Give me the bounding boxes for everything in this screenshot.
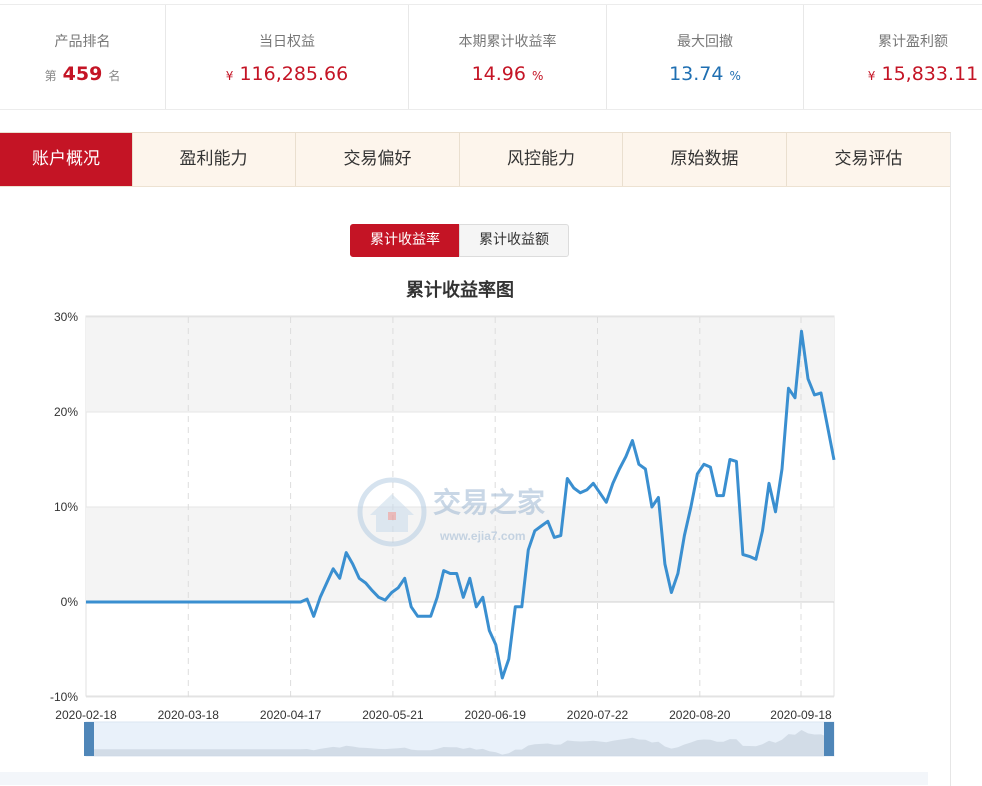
stat-cum-profit-value: 15,833.11	[881, 63, 979, 85]
tab-trading-preference[interactable]: 交易偏好	[296, 133, 460, 186]
stats-bar: 产品排名 第 459 名 当日权益 ¥ 116,285.66 本期累计收益率 1…	[0, 4, 982, 110]
stat-rank-value-row: 第 459 名	[0, 63, 165, 85]
stat-cum-return: 本期累计收益率 14.96 %	[409, 5, 607, 109]
stat-cum-return-label: 本期累计收益率	[458, 34, 557, 50]
stat-cum-return-value-row: 14.96 %	[409, 63, 606, 85]
tab-profitability[interactable]: 盈利能力	[132, 133, 296, 186]
stat-equity-label: 当日权益	[259, 34, 315, 50]
stat-rank-value: 459	[62, 63, 103, 85]
tab-trade-evaluation[interactable]: 交易评估	[787, 133, 950, 186]
stat-max-drawdown-label: 最大回撤	[677, 34, 733, 50]
stat-cum-return-unit: %	[532, 69, 544, 83]
stat-cum-profit-value-row: ¥ 15,833.11	[834, 63, 982, 85]
stat-equity-currency: ¥	[225, 69, 234, 83]
toggle-cum-return-amount[interactable]: 累计收益额	[459, 224, 569, 257]
stat-max-drawdown-unit: %	[729, 69, 741, 83]
stat-cum-return-value: 14.96	[471, 63, 526, 85]
stat-cum-profit: 累计盈利额 ¥ 15,833.11	[804, 5, 982, 109]
bottom-strip	[0, 772, 928, 785]
toggle-cum-return-rate[interactable]: 累计收益率	[350, 224, 460, 257]
stat-rank-suffix: 名	[108, 69, 121, 83]
stat-max-drawdown-value: 13.74	[669, 63, 724, 85]
chart-title: 累计收益率图	[406, 280, 514, 301]
stat-rank-label: 产品排名	[54, 34, 111, 50]
tab-risk-control[interactable]: 风控能力	[460, 133, 623, 186]
stat-cum-profit-label: 累计盈利额	[878, 34, 948, 50]
stat-max-drawdown: 最大回撤 13.74 %	[607, 5, 804, 109]
stat-equity-value: 116,285.66	[239, 63, 349, 85]
stat-rank-prefix: 第	[44, 69, 57, 83]
tab-bar: 账户概况 盈利能力 交易偏好 风控能力 原始数据 交易评估	[0, 133, 950, 187]
stat-rank: 产品排名 第 459 名	[0, 5, 166, 109]
tab-raw-data[interactable]: 原始数据	[623, 133, 787, 186]
stat-equity: 当日权益 ¥ 116,285.66	[166, 5, 409, 109]
stat-max-drawdown-value-row: 13.74 %	[607, 63, 803, 85]
stat-equity-value-row: ¥ 116,285.66	[166, 63, 408, 85]
tab-account-overview[interactable]: 账户概况	[0, 133, 133, 186]
stat-cum-profit-currency: ¥	[867, 69, 876, 83]
